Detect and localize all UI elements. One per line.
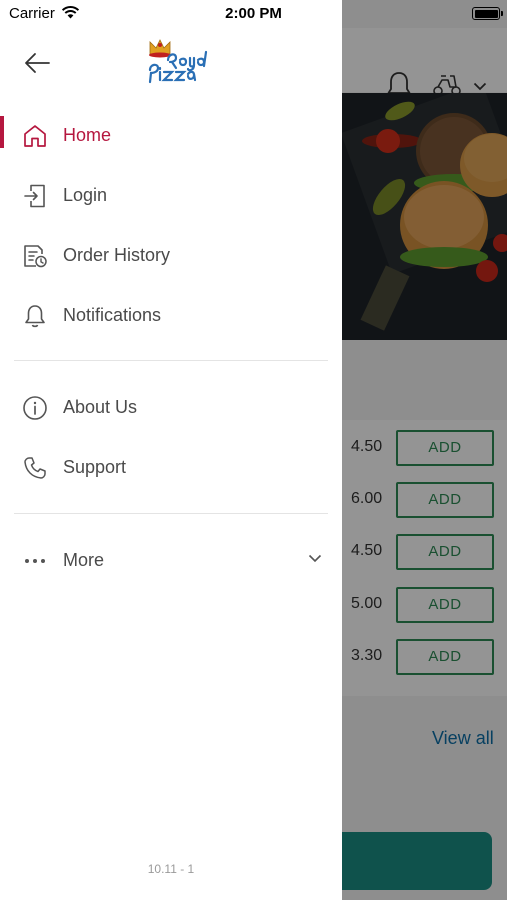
divider — [14, 513, 328, 514]
info-icon — [23, 396, 47, 420]
chevron-down-icon — [308, 554, 322, 563]
menu-item-order-history[interactable]: Order History — [0, 231, 342, 281]
menu-item-label: Notifications — [63, 305, 162, 325]
menu-item-label: Login — [63, 185, 108, 205]
menu-item-notifications[interactable]: Notifications — [0, 291, 342, 341]
menu-item-support[interactable]: Support — [0, 443, 342, 493]
home-icon — [24, 125, 46, 147]
menu-item-label: About Us — [63, 397, 138, 417]
menu-item-login[interactable]: Login — [0, 171, 342, 221]
menu-item-label: More — [63, 550, 105, 570]
login-icon — [24, 184, 45, 208]
menu-item-home[interactable]: Home — [0, 111, 342, 161]
back-arrow-icon[interactable] — [22, 50, 52, 76]
royal-pizza-logo — [148, 39, 208, 84]
menu-item-label: Home — [63, 125, 112, 145]
phone-icon — [24, 457, 46, 479]
more-dots-icon — [25, 559, 45, 563]
menu-item-more[interactable]: More — [0, 536, 342, 586]
menu-item-about-us[interactable]: About Us — [0, 383, 342, 433]
divider — [14, 360, 328, 361]
active-indicator — [0, 116, 4, 148]
menu-item-label: Support — [63, 457, 127, 477]
menu-item-label: Order History — [63, 245, 171, 265]
order-history-icon — [24, 245, 47, 268]
bell-icon — [25, 305, 45, 328]
navigation-drawer: Home Login Order History Notifications A… — [0, 0, 342, 900]
clock: 2:00 PM — [225, 5, 282, 22]
battery-icon — [472, 7, 503, 20]
app-version: 10.11 - 1 — [147, 862, 195, 876]
status-bar: Carrier 2:00 PM — [0, 0, 507, 28]
